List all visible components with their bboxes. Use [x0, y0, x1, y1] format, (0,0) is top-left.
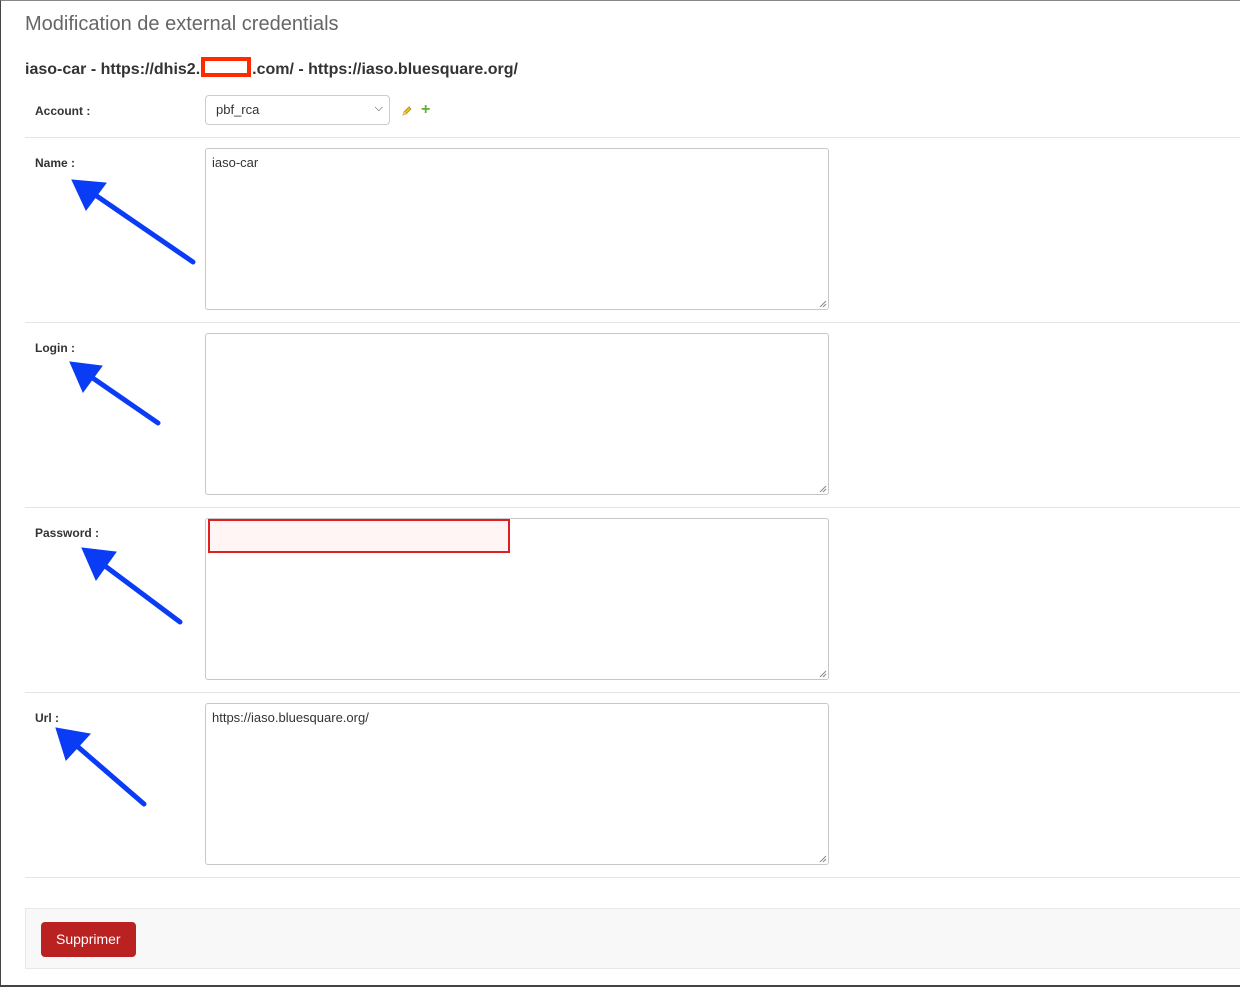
grip-login — [819, 485, 827, 493]
grip-name — [819, 300, 827, 308]
submit-row: Supprimer — [25, 908, 1240, 969]
resize-grips — [819, 300, 827, 863]
delete-button[interactable]: Supprimer — [41, 922, 136, 957]
grip-password — [819, 670, 827, 678]
grip-url — [819, 855, 827, 863]
